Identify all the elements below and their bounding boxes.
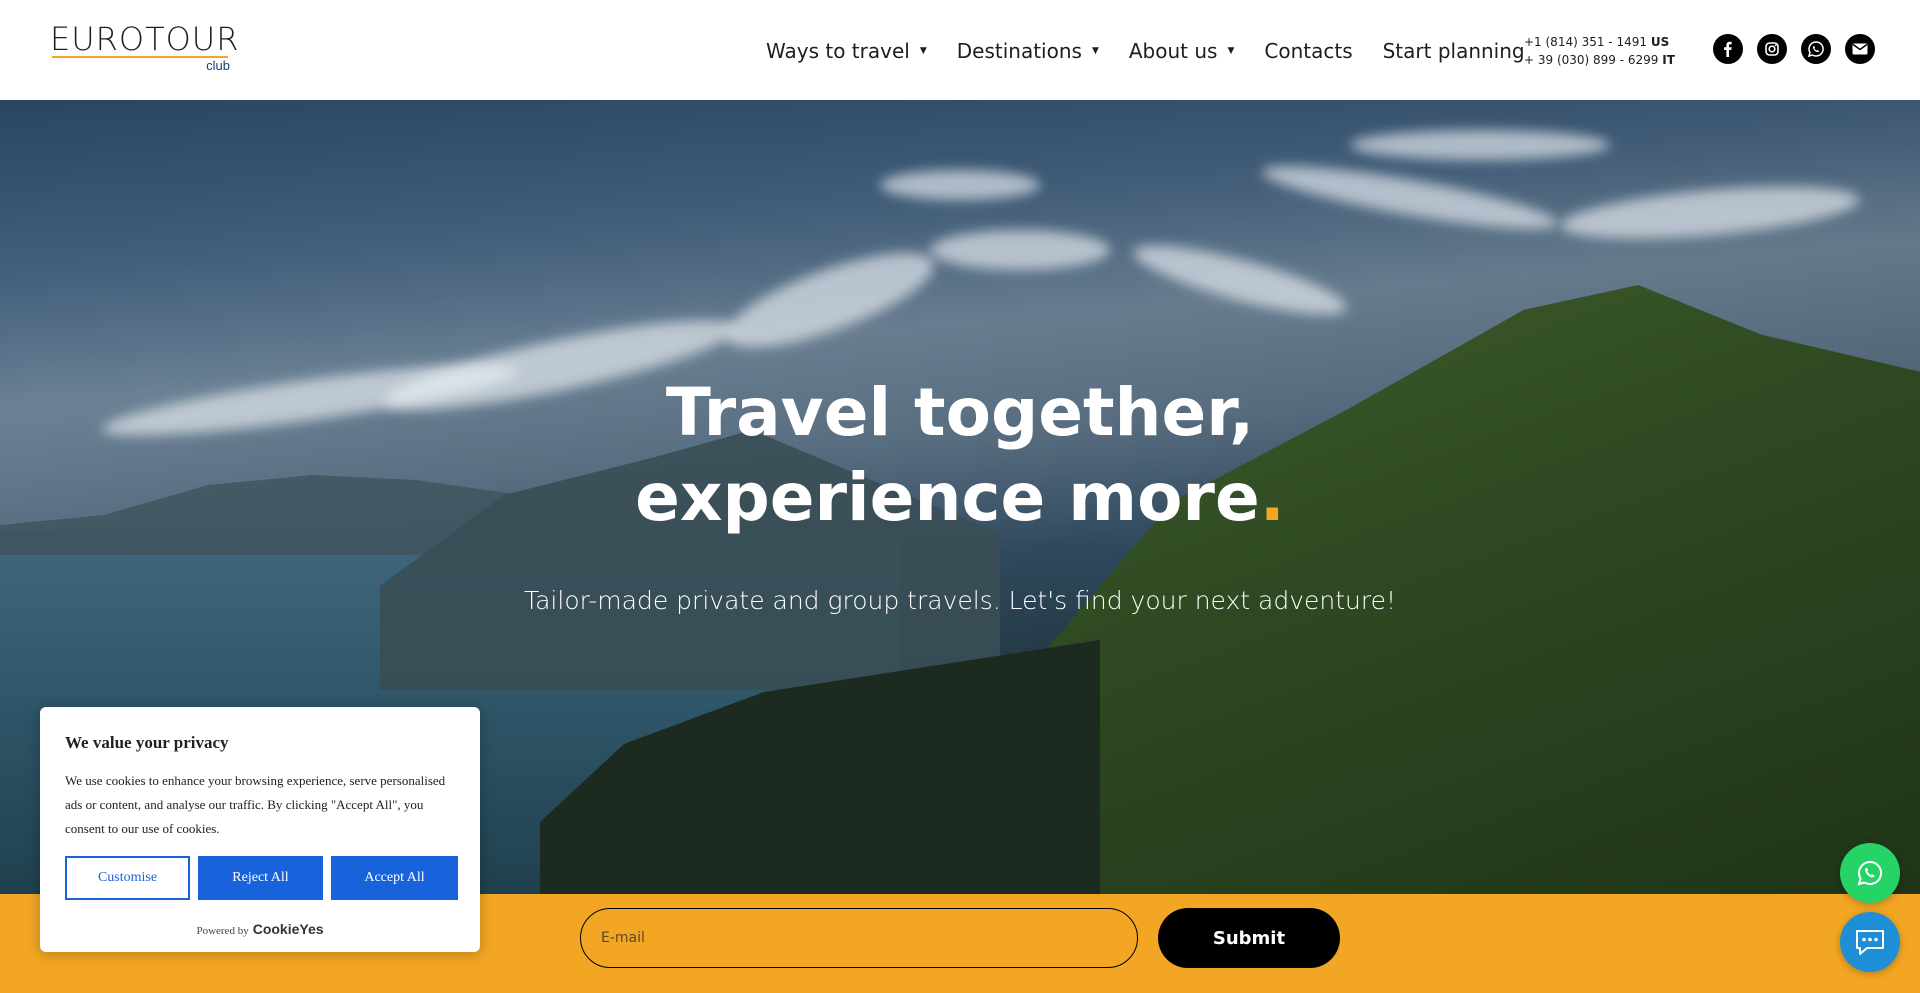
caret-down-icon: ▼ [1227,46,1235,56]
cookie-consent-banner: We value your privacy We use cookies to … [40,707,480,952]
submit-button[interactable]: Submit [1158,908,1340,968]
nav-item-start-planning[interactable]: Start planning [1383,39,1525,63]
hero-title: Travel together, experience more. [460,370,1460,540]
hero-background [1128,232,1352,328]
phone-us[interactable]: +1 (814) 351 - 1491 US [1524,33,1675,51]
live-chat-button[interactable] [1840,912,1900,972]
hero-background [1259,154,1561,241]
cookieyes-logo[interactable]: CookieYes [253,921,324,937]
nav-item-label: Ways to travel [766,39,910,63]
hero-title-dot: . [1259,459,1285,536]
hero-title-text: Travel together, experience more [635,374,1260,536]
email-input[interactable] [580,908,1138,968]
customise-button[interactable]: Customise [65,856,190,900]
caret-down-icon: ▼ [919,46,927,56]
hero-background [880,170,1040,200]
whatsapp-icon [1857,860,1882,886]
nav-item-label: Destinations [956,39,1082,63]
cookie-actions: Customise Reject All Accept All [65,856,458,900]
hero-background [1350,130,1610,160]
phone-number: + 39 (030) 899 - 6299 [1524,53,1659,67]
nav-item-label: About us [1128,39,1218,63]
accept-all-button[interactable]: Accept All [331,856,458,900]
phone-number: +1 (814) 351 - 1491 [1524,35,1647,49]
hero-subtitle: Tailor-made private and group travels. L… [523,586,1397,615]
chat-icon [1856,930,1884,955]
whatsapp-icon[interactable] [1801,34,1831,64]
hero-background [716,234,944,366]
logo-text: EUROTOUR [50,20,240,58]
nav-item-label: Contacts [1264,39,1353,63]
site-header: EUROTOUR club Ways to travel ▼ Destinati… [0,0,1920,100]
phone-country: IT [1662,53,1675,67]
whatsapp-chat-button[interactable] [1840,843,1900,903]
powered-by-label: Powered by [196,925,249,937]
main-nav: Ways to travel ▼ Destinations ▼ About us… [766,36,1525,66]
cookie-description: We use cookies to enhance your browsing … [65,773,446,836]
social-links [1713,34,1875,64]
nav-item-ways-to-travel[interactable]: Ways to travel ▼ [766,39,927,63]
nav-item-contacts[interactable]: Contacts [1264,39,1352,63]
hero-background [930,230,1110,270]
nav-item-label: Start planning [1382,39,1525,63]
caret-down-icon: ▼ [1091,46,1099,56]
logo-underline [52,56,228,58]
phone-it[interactable]: + 39 (030) 899 - 6299 IT [1524,51,1675,69]
logo-subtext: club [206,58,230,73]
instagram-icon[interactable] [1757,34,1787,64]
hero-background [0,475,520,555]
mail-icon[interactable] [1845,34,1875,64]
site-logo[interactable]: EUROTOUR club [50,20,240,74]
hero-background [1558,177,1862,248]
phone-country: US [1650,35,1670,49]
phone-numbers: +1 (814) 351 - 1491 US + 39 (030) 899 - … [1524,33,1675,69]
nav-item-about-us[interactable]: About us ▼ [1129,39,1235,63]
facebook-icon[interactable] [1713,34,1743,64]
nav-item-destinations[interactable]: Destinations ▼ [957,39,1099,63]
cookie-powered-by: Powered by CookieYes [40,921,480,937]
cookie-title: We value your privacy [65,733,229,752]
reject-all-button[interactable]: Reject All [198,856,323,900]
